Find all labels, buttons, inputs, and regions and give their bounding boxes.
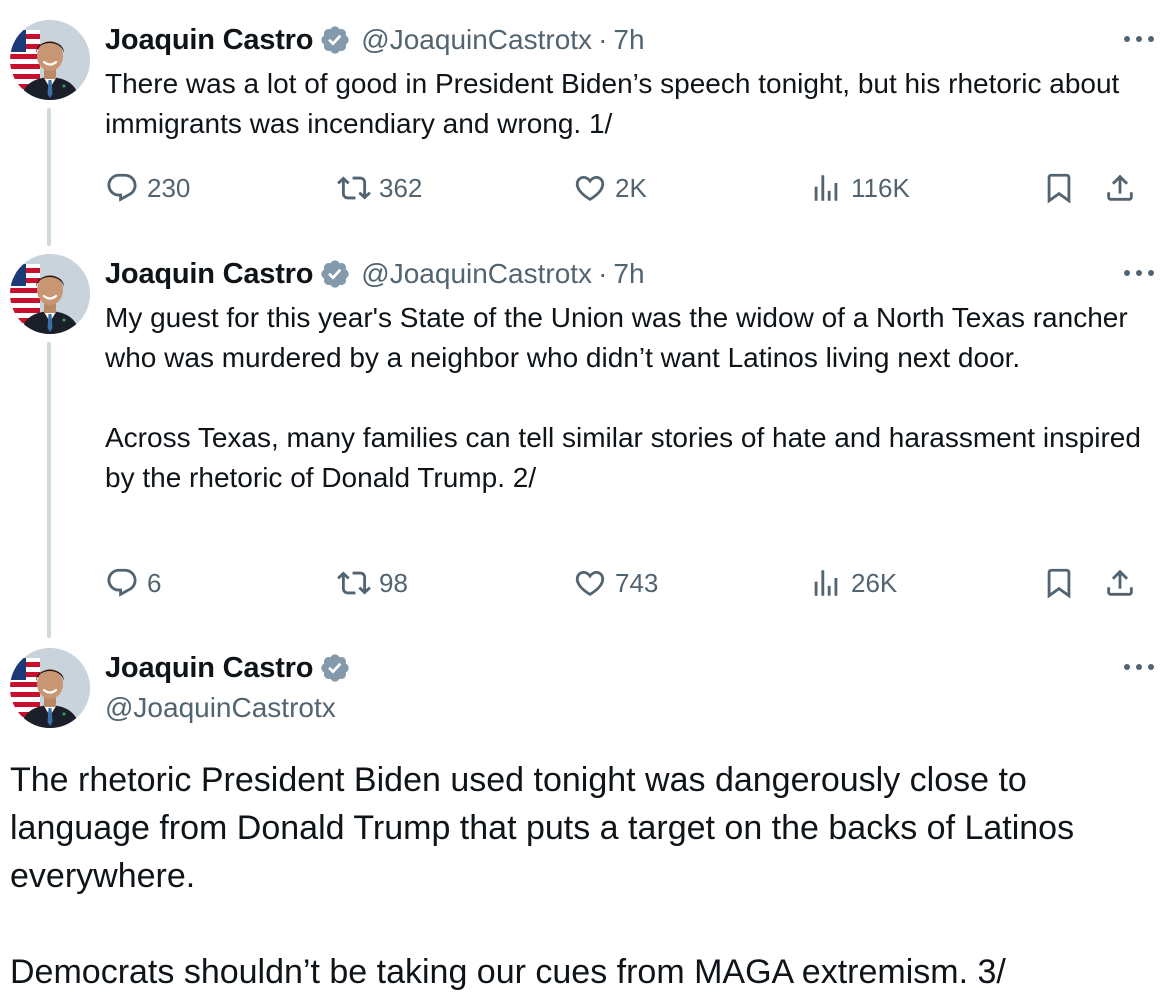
tweet-text: The rhetoric President Biden used tonigh… <box>10 761 1075 991</box>
like-icon <box>573 171 607 205</box>
bookmark-icon <box>1042 566 1076 600</box>
repost-count: 98 <box>379 567 408 598</box>
tweet-text: There was a lot of good in President Bid… <box>105 68 1128 139</box>
author-handle[interactable]: @JoaquinCastrotx <box>361 24 592 56</box>
share-button[interactable] <box>1103 563 1137 603</box>
like-button[interactable]: 2K <box>573 168 647 208</box>
tweet-actions: 230 362 2K 116K <box>105 168 1145 208</box>
tweet-header: Joaquin Castro @JoaquinCastrotx · 7h <box>105 20 1146 60</box>
more-icon[interactable] <box>1122 661 1156 673</box>
tweet[interactable]: Joaquin Castro @JoaquinCastrotx · 7h My … <box>0 240 1166 640</box>
share-icon <box>1103 171 1137 205</box>
like-count: 743 <box>615 567 659 598</box>
verified-badge-icon <box>319 24 351 56</box>
tweet-actions: 6 98 743 26K <box>105 563 1145 603</box>
share-button[interactable] <box>1103 168 1137 208</box>
timestamp[interactable]: 7h <box>613 258 644 290</box>
like-button[interactable]: 743 <box>573 563 658 603</box>
reply-icon <box>105 171 139 205</box>
separator-dot: · <box>598 258 608 289</box>
reply-icon <box>105 566 139 600</box>
timestamp[interactable]: 7h <box>613 24 644 56</box>
views-icon <box>809 566 843 600</box>
repost-icon <box>337 171 371 205</box>
bookmark-icon <box>1042 171 1076 205</box>
tweet-header: Joaquin Castro @JoaquinCastrotx · 7h <box>105 254 1146 294</box>
share-icon <box>1103 566 1137 600</box>
tweet[interactable]: Joaquin Castro @JoaquinCastrotx · 7h The… <box>0 0 1166 240</box>
tweet-text: My guest for this year's State of the Un… <box>105 302 1141 493</box>
like-icon <box>573 566 607 600</box>
separator-dot: · <box>598 24 608 55</box>
author-handle[interactable]: @JoaquinCastrotx <box>361 258 592 290</box>
author-name[interactable]: Joaquin Castro <box>105 24 313 57</box>
avatar[interactable] <box>10 20 90 100</box>
verified-badge-icon <box>319 652 351 684</box>
reply-button[interactable]: 6 <box>105 563 161 603</box>
bookmark-button[interactable] <box>1042 168 1076 208</box>
tweet-header: Joaquin Castro <box>105 648 1146 688</box>
views-icon <box>809 171 843 205</box>
reply-count: 6 <box>147 567 162 598</box>
author-handle[interactable]: @JoaquinCastrotx <box>105 692 336 724</box>
repost-button[interactable]: 98 <box>337 563 408 603</box>
repost-button[interactable]: 362 <box>337 168 422 208</box>
tweet-focused[interactable]: Joaquin Castro @JoaquinCastrotx The rhet… <box>0 640 1166 999</box>
more-icon[interactable] <box>1122 33 1156 45</box>
verified-badge-icon <box>319 258 351 290</box>
author-name[interactable]: Joaquin Castro <box>105 258 313 291</box>
avatar[interactable] <box>10 254 90 334</box>
like-count: 2K <box>615 172 647 203</box>
views-count: 26K <box>851 567 898 598</box>
views-button[interactable]: 116K <box>809 168 910 208</box>
repost-count: 362 <box>379 172 423 203</box>
reply-count: 230 <box>147 172 191 203</box>
author-name[interactable]: Joaquin Castro <box>105 652 313 685</box>
reply-button[interactable]: 230 <box>105 168 190 208</box>
more-icon[interactable] <box>1122 267 1156 279</box>
views-button[interactable]: 26K <box>809 563 897 603</box>
repost-icon <box>337 566 371 600</box>
views-count: 116K <box>851 172 910 203</box>
bookmark-button[interactable] <box>1042 563 1076 603</box>
avatar[interactable] <box>10 648 90 728</box>
